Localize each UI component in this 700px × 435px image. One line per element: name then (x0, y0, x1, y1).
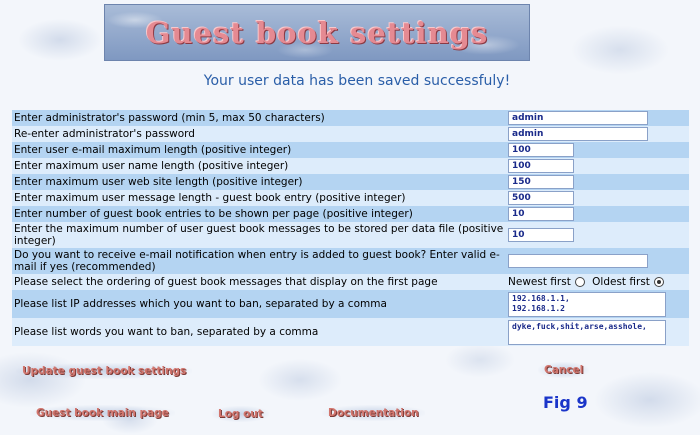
website-length-field[interactable]: 150 (508, 175, 574, 189)
form-label: Enter the maximum number of user guest b… (12, 222, 506, 248)
documentation-button[interactable]: Documentation (322, 405, 425, 421)
success-message: Your user data has been saved successful… (203, 73, 511, 89)
messages-per-file-field[interactable]: 10 (508, 228, 574, 242)
settings-form: Enter administrator's password (min 5, m… (12, 110, 689, 346)
guestbook-main-page-button[interactable]: Guest book main page (30, 405, 175, 421)
form-row-website-length: Enter maximum user web site length (posi… (12, 174, 689, 190)
form-row-ban-words: Please list words you want to ban, separ… (12, 318, 689, 346)
form-label: Enter maximum user name length (positive… (12, 158, 506, 174)
page-title-banner: Guest book settings (104, 4, 530, 61)
logout-button[interactable]: Log out (212, 406, 269, 422)
update-settings-button[interactable]: Update guest book settings (16, 363, 193, 379)
admin-password-field[interactable]: admin (508, 111, 648, 125)
oldest-first-label: Oldest first (592, 275, 650, 288)
form-label: Do you want to receive e-mail notificati… (12, 248, 506, 274)
form-row-ordering: Please select the ordering of guest book… (12, 274, 689, 290)
form-label: Enter user e-mail maximum length (positi… (12, 142, 506, 158)
form-row-notification-email: Do you want to receive e-mail notificati… (12, 248, 689, 274)
form-label: Please list words you want to ban, separ… (12, 318, 506, 346)
form-row-message-length: Enter maximum user message length - gues… (12, 190, 689, 206)
form-row-email-length: Enter user e-mail maximum length (positi… (12, 142, 689, 158)
form-row-entries-per-page: Enter number of guest book entries to be… (12, 206, 689, 222)
form-label: Enter maximum user web site length (posi… (12, 174, 506, 190)
form-label: Please select the ordering of guest book… (12, 274, 506, 290)
form-label: Enter number of guest book entries to be… (12, 206, 506, 222)
figure-label: Fig 9 (543, 393, 588, 412)
form-row-messages-per-file: Enter the maximum number of user guest b… (12, 222, 689, 248)
cancel-button[interactable]: Cancel (538, 362, 590, 378)
name-length-field[interactable]: 100 (508, 159, 574, 173)
form-row-admin-password: Enter administrator's password (min 5, m… (12, 110, 689, 126)
newest-first-label: Newest first (508, 275, 571, 288)
reenter-password-field[interactable]: admin (508, 127, 648, 141)
email-length-field[interactable]: 100 (508, 143, 574, 157)
page-title: Guest book settings (145, 15, 489, 50)
notification-email-field[interactable] (508, 254, 648, 268)
form-row-reenter-password: Re-enter administrator's password admin (12, 126, 689, 142)
form-label: Please list IP addresses which you want … (12, 290, 506, 318)
form-row-ban-ips: Please list IP addresses which you want … (12, 290, 689, 318)
ban-words-textarea[interactable]: dyke,fuck,shit,arse,asshole, (508, 319, 666, 345)
form-label: Enter administrator's password (min 5, m… (12, 110, 506, 126)
ban-ips-textarea[interactable]: 192.168.1.1, 192.168.1.2 (508, 291, 666, 317)
form-label: Re-enter administrator's password (12, 126, 506, 142)
form-label: Enter maximum user message length - gues… (12, 190, 506, 206)
newest-first-radio[interactable] (574, 276, 585, 287)
entries-per-page-field[interactable]: 10 (508, 207, 574, 221)
oldest-first-radio[interactable] (653, 276, 664, 287)
message-length-field[interactable]: 500 (508, 191, 574, 205)
form-row-name-length: Enter maximum user name length (positive… (12, 158, 689, 174)
